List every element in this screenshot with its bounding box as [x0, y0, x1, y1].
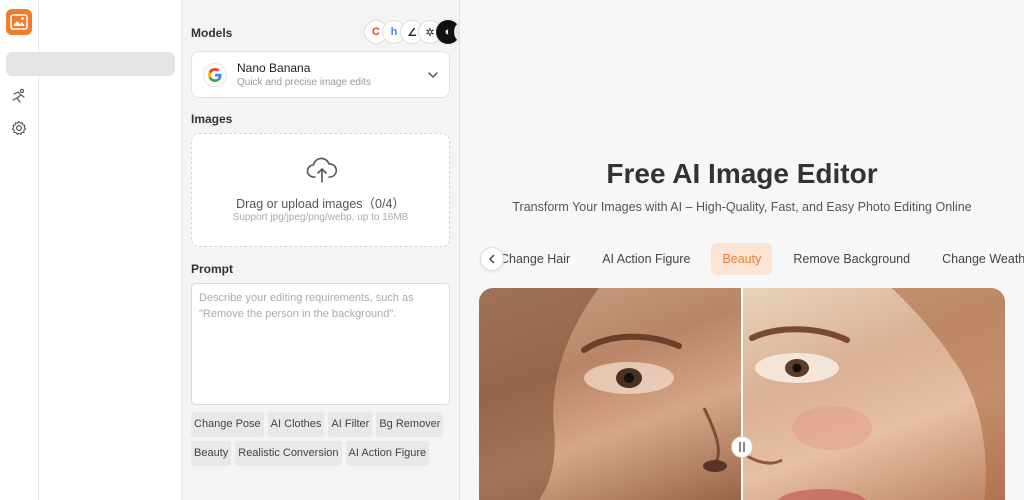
cloud-upload-icon — [306, 157, 338, 183]
chevron-down-icon — [428, 72, 438, 78]
control-panel: Models C h ∠ ✲ ◐ 8+ Nano Banana Quick an… — [182, 0, 480, 500]
chip-realistic-conversion[interactable]: Realistic Conversion — [235, 441, 342, 466]
images-label: Images — [191, 112, 233, 126]
comparison-divider — [741, 288, 743, 500]
page-title: Free AI Image Editor — [606, 158, 878, 189]
chip-ai-action-figure[interactable]: AI Action Figure — [345, 441, 430, 466]
before-after-comparison[interactable] — [479, 288, 1005, 500]
page-subtitle: Transform Your Images with AI – High-Qua… — [512, 200, 972, 214]
models-label: Models — [191, 26, 233, 40]
settings-icon[interactable] — [9, 118, 29, 138]
chip-bg-remover[interactable]: Bg Remover — [376, 412, 444, 437]
tab-change-weather[interactable]: Change Weather — [931, 243, 1024, 275]
chip-ai-clothes[interactable]: AI Clothes — [267, 412, 325, 437]
before-image — [479, 288, 742, 500]
tab-remove-background[interactable]: Remove Background — [782, 243, 921, 275]
tabs-scroll-left-button[interactable] — [480, 247, 504, 271]
after-face-illustration — [741, 288, 1005, 500]
after-image — [741, 288, 1005, 500]
tab-ai-action-figure[interactable]: AI Action Figure — [591, 243, 701, 275]
nav-active-highlight[interactable] — [6, 52, 175, 76]
before-face-illustration — [479, 288, 727, 500]
main-content: Free AI Image Editor Transform Your Imag… — [460, 0, 1024, 500]
app-logo-icon[interactable] — [6, 9, 32, 35]
google-icon — [203, 63, 227, 87]
prompt-label: Prompt — [191, 262, 233, 276]
model-name: Nano Banana — [237, 61, 311, 75]
image-upload-dropzone[interactable]: Drag or upload images（0/4） Support jpg/j… — [191, 133, 450, 247]
tab-beauty[interactable]: Beauty — [711, 243, 773, 275]
chip-ai-filter[interactable]: AI Filter — [328, 412, 373, 437]
upload-hint: Support jpg/jpeg/png/webp, up to 16MB — [232, 212, 409, 223]
chip-change-pose[interactable]: Change Pose — [191, 412, 264, 437]
comparison-slider-handle[interactable] — [731, 436, 753, 458]
model-description: Quick and precise image edits — [237, 77, 371, 88]
chevron-left-icon — [489, 254, 495, 264]
upload-title: Drag or upload images（0/4） — [236, 197, 405, 211]
feature-tabs: Change Hair AI Action Figure Beauty Remo… — [479, 243, 1024, 275]
secondary-nav — [6, 0, 182, 500]
model-select[interactable]: Nano Banana Quick and precise image edit… — [191, 51, 450, 98]
pose-icon[interactable] — [9, 86, 29, 106]
chip-beauty[interactable]: Beauty — [191, 441, 232, 466]
prompt-input[interactable] — [191, 283, 450, 405]
quick-prompt-chips: Change Pose AI Clothes AI Filter Bg Remo… — [191, 412, 453, 466]
